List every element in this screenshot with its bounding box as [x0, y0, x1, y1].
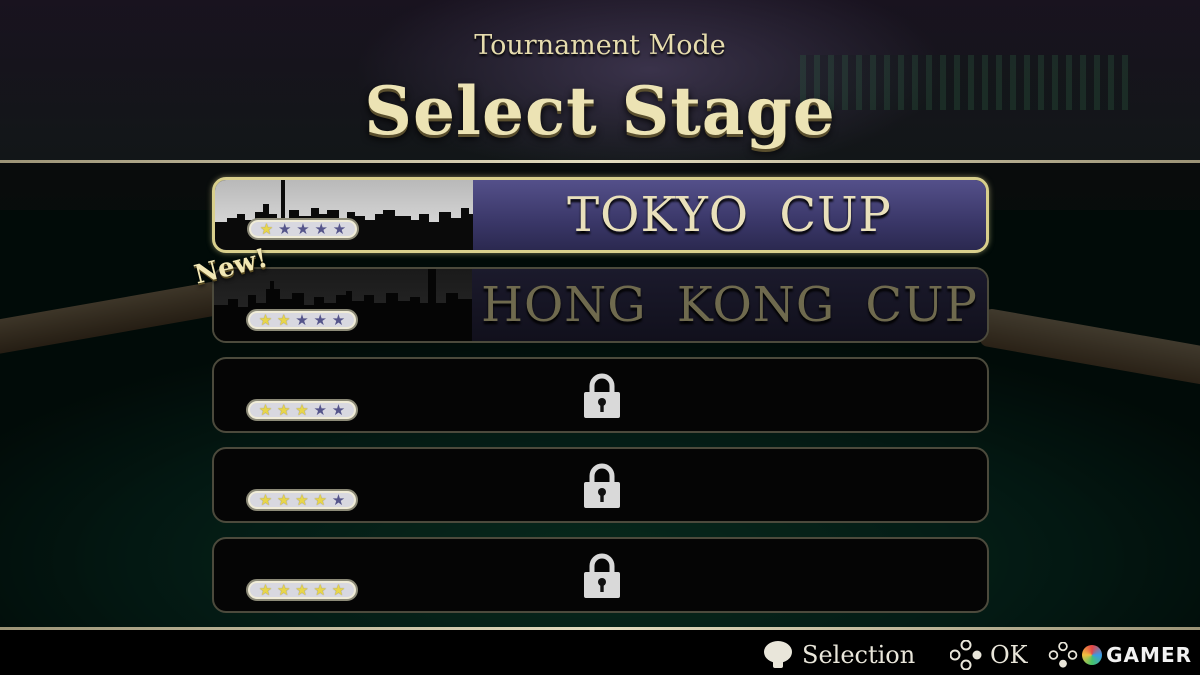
gamer-watermark: GAMER [1048, 642, 1192, 668]
star-icon: ★ [331, 490, 346, 509]
ok-label: OK [990, 641, 1028, 669]
face-buttons-icon [1048, 642, 1078, 668]
page-title: Select Stage [364, 72, 836, 150]
difficulty-stars: ★ ★ ★ ★ ★ [246, 309, 358, 331]
difficulty-stars: ★ ★ ★ ★ ★ [246, 579, 358, 601]
selection-label: Selection [802, 641, 916, 669]
star-icon: ★ [296, 219, 310, 238]
stage-name-area: HONG KONG CUP [472, 269, 987, 341]
stage-name: TOKYO CUP [567, 187, 892, 243]
stage-card-locked-3[interactable]: ★ ★ ★ ★ ★ [212, 357, 989, 433]
stage-name: HONG KONG CUP [481, 277, 978, 333]
star-icon: ★ [313, 490, 327, 509]
face-buttons-icon [950, 640, 982, 670]
gamer-logo-icon [1082, 645, 1103, 665]
stage-card-locked-5[interactable]: ★ ★ ★ ★ ★ [212, 537, 989, 613]
star-icon: ★ [295, 580, 309, 599]
star-icon: ★ [277, 580, 291, 599]
tokyo-skyline-thumbnail: ★ ★ ★ ★ ★ [215, 180, 473, 250]
star-icon: ★ [331, 400, 346, 419]
star-icon: ★ [313, 400, 327, 419]
star-icon: ★ [331, 310, 346, 329]
lock-icon [584, 463, 620, 508]
screen-header: Tournament Mode Select Stage [0, 0, 1200, 160]
star-icon: ★ [277, 310, 291, 329]
star-icon: ★ [295, 490, 309, 509]
analog-stick-icon [764, 641, 792, 668]
star-icon: ★ [332, 219, 347, 238]
hong-kong-skyline-thumbnail: ★ ★ ★ ★ ★ [214, 269, 472, 341]
selection-hint: Selection [762, 640, 915, 670]
star-icon: ★ [295, 310, 309, 329]
stage-name-area: TOKYO CUP [473, 180, 986, 250]
star-icon: ★ [259, 219, 274, 238]
star-icon: ★ [277, 400, 291, 419]
stage-card-tokyo-cup[interactable]: ★ ★ ★ ★ ★ TOKYO CUP [212, 177, 989, 253]
star-icon: ★ [313, 310, 327, 329]
difficulty-stars: ★ ★ ★ ★ ★ [246, 489, 358, 511]
stage-card-locked-4[interactable]: ★ ★ ★ ★ ★ [212, 447, 989, 523]
lock-icon [584, 373, 620, 418]
stage-card-hong-kong-cup[interactable]: ★ ★ ★ ★ ★ HONG KONG CUP [212, 267, 989, 343]
star-icon: ★ [278, 219, 292, 238]
star-icon: ★ [313, 580, 327, 599]
difficulty-stars: ★ ★ ★ ★ ★ [247, 218, 359, 240]
star-icon: ★ [258, 490, 273, 509]
lock-icon [584, 553, 620, 598]
ok-hint: OK [950, 640, 1028, 670]
controls-footer: Selection OK GAMER [0, 630, 1200, 675]
star-icon: ★ [277, 490, 291, 509]
watermark-text: GAMER [1106, 643, 1192, 667]
difficulty-stars: ★ ★ ★ ★ ★ [246, 399, 358, 421]
star-icon: ★ [258, 310, 273, 329]
star-icon: ★ [331, 580, 346, 599]
star-icon: ★ [314, 219, 328, 238]
star-icon: ★ [258, 400, 273, 419]
star-icon: ★ [295, 400, 309, 419]
mode-subtitle: Tournament Mode [474, 30, 726, 61]
star-icon: ★ [258, 580, 273, 599]
